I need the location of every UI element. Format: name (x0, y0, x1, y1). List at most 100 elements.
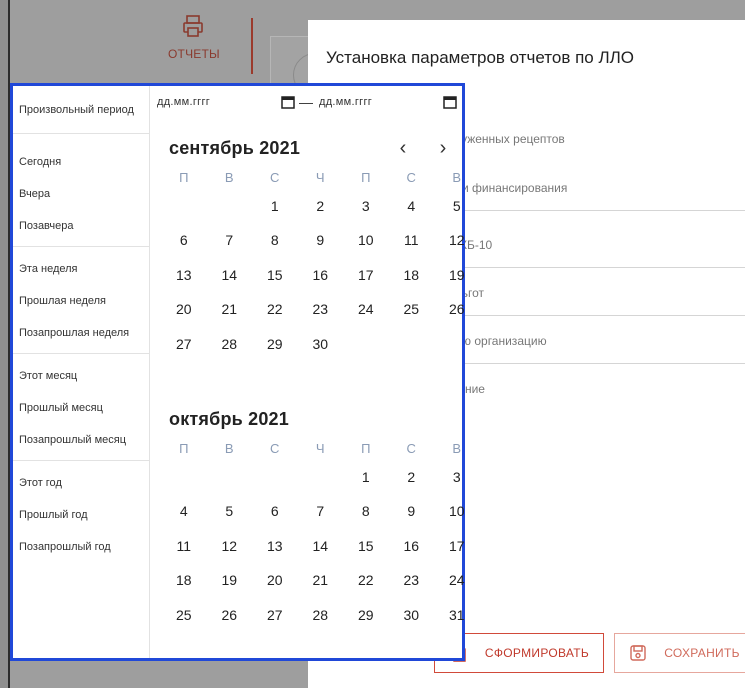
calendar-day[interactable]: 25 (389, 299, 435, 333)
preset-group-weeks: Эта неделя Прошлая неделя Позапрошлая не… (13, 247, 149, 354)
calendar-day[interactable]: 24 (343, 299, 389, 333)
weekday: В (224, 170, 234, 185)
calendar-day[interactable]: 11 (161, 536, 207, 570)
calendar-day[interactable]: 6 (252, 501, 298, 535)
preset-this-month[interactable]: Этот месяц (13, 360, 149, 392)
calendar-day[interactable]: 23 (389, 570, 435, 604)
calendar-day[interactable]: 17 (343, 265, 389, 299)
calendar-day[interactable]: 12 (207, 536, 253, 570)
calendar-day[interactable]: 9 (389, 501, 435, 535)
calendar-empty-cell (252, 467, 298, 501)
calendar-day[interactable]: 28 (298, 605, 344, 639)
calendar-day[interactable]: 3 (343, 196, 389, 230)
calendar-day[interactable]: 24 (434, 570, 480, 604)
weekday-header: П В С Ч П С В (161, 170, 461, 185)
calendar-day[interactable]: 22 (252, 299, 298, 333)
preset-custom-period[interactable]: Произвольный период (13, 86, 149, 134)
calendar-day[interactable]: 5 (434, 196, 480, 230)
calendar-day[interactable]: 8 (343, 501, 389, 535)
calendar-day[interactable]: 13 (161, 265, 207, 299)
calendar-day[interactable]: 19 (207, 570, 253, 604)
preset-last-year[interactable]: Прошлый год (13, 499, 149, 531)
calendar-day[interactable]: 15 (252, 265, 298, 299)
calendar-day[interactable]: 14 (207, 265, 253, 299)
calendar-icon[interactable] (281, 95, 295, 109)
preset-day-before-yesterday[interactable]: Позавчера (13, 210, 149, 242)
calendar-day[interactable]: 15 (343, 536, 389, 570)
calendar-day[interactable]: 8 (252, 230, 298, 264)
preset-list: Произвольный период Сегодня Вчера Позавч… (13, 86, 150, 658)
calendar-day[interactable]: 28 (207, 334, 253, 368)
calendar-day[interactable]: 21 (298, 570, 344, 604)
calendar-day[interactable]: 20 (252, 570, 298, 604)
start-date-placeholder: дд.мм.гггг (157, 96, 211, 108)
calendar-day[interactable]: 4 (161, 501, 207, 535)
calendar-day[interactable]: 6 (161, 230, 207, 264)
calendar-day[interactable]: 4 (389, 196, 435, 230)
nav-reports-label: ОТЧЕТЫ (168, 47, 220, 61)
calendar-day[interactable]: 1 (343, 467, 389, 501)
calendar-day[interactable]: 26 (207, 605, 253, 639)
calendar-day[interactable]: 30 (389, 605, 435, 639)
calendar-day[interactable]: 2 (389, 467, 435, 501)
weekday: С (406, 170, 416, 185)
calendar-day[interactable]: 3 (434, 467, 480, 501)
calendar-day[interactable]: 29 (252, 334, 298, 368)
preset-yesterday[interactable]: Вчера (13, 178, 149, 210)
calendar-day[interactable]: 7 (207, 230, 253, 264)
calendar-day[interactable]: 30 (298, 334, 344, 368)
preset-month-before-last[interactable]: Позапрошлый месяц (13, 424, 149, 456)
calendar-day[interactable]: 25 (161, 605, 207, 639)
calendar-day[interactable]: 7 (298, 501, 344, 535)
calendar-day[interactable]: 23 (298, 299, 344, 333)
calendar-day[interactable]: 2 (298, 196, 344, 230)
calendar-day[interactable]: 9 (298, 230, 344, 264)
calendar-day[interactable]: 13 (252, 536, 298, 570)
calendar-empty-cell (389, 334, 435, 368)
preset-this-year[interactable]: Этот год (13, 467, 149, 499)
preset-this-week[interactable]: Эта неделя (13, 253, 149, 285)
calendar-day[interactable]: 27 (161, 334, 207, 368)
calendar-day[interactable]: 20 (161, 299, 207, 333)
chevron-left-icon[interactable]: ‹ (395, 138, 411, 158)
calendar-day[interactable]: 19 (434, 265, 480, 299)
calendar-day[interactable]: 18 (161, 570, 207, 604)
preset-week-before-last[interactable]: Позапрошлая неделя (13, 317, 149, 349)
weekday: В (224, 441, 234, 456)
calendar-day[interactable]: 16 (298, 265, 344, 299)
weekday: П (361, 170, 371, 185)
calendar-day[interactable]: 31 (434, 605, 480, 639)
calendar-day[interactable]: 5 (207, 501, 253, 535)
calendar-empty-cell (161, 196, 207, 230)
preset-year-before-last[interactable]: Позапрошлый год (13, 531, 149, 563)
calendar-day[interactable]: 26 (434, 299, 480, 333)
calendar-day[interactable]: 17 (434, 536, 480, 570)
end-date-input[interactable]: дд.мм.гггг (315, 90, 463, 114)
start-date-input[interactable]: дд.мм.гггг (153, 90, 301, 114)
calendar-day[interactable]: 14 (298, 536, 344, 570)
preset-today[interactable]: Сегодня (13, 146, 149, 178)
nav-reports[interactable]: ОТЧЕТЫ (168, 14, 220, 61)
calendar-day[interactable]: 22 (343, 570, 389, 604)
field-funding[interactable]: и финансирования (460, 163, 745, 211)
save-button[interactable]: СОХРАНИТЬ (614, 633, 745, 673)
preset-group-years: Этот год Прошлый год Позапрошлый год (13, 461, 149, 567)
preset-last-month[interactable]: Прошлый месяц (13, 392, 149, 424)
calendar-day[interactable]: 10 (343, 230, 389, 264)
calendar-day[interactable]: 1 (252, 196, 298, 230)
calendar-day[interactable]: 10 (434, 501, 480, 535)
calendar-empty-cell (207, 467, 253, 501)
calendar-day[interactable]: 21 (207, 299, 253, 333)
calendar-day[interactable]: 27 (252, 605, 298, 639)
end-date-placeholder: дд.мм.гггг (319, 96, 373, 108)
calendar-day[interactable]: 12 (434, 230, 480, 264)
calendar-day[interactable]: 16 (389, 536, 435, 570)
calendar-day[interactable]: 29 (343, 605, 389, 639)
preset-last-week[interactable]: Прошлая неделя (13, 285, 149, 317)
calendar-icon[interactable] (443, 95, 457, 109)
chevron-right-icon[interactable]: › (435, 138, 451, 158)
calendar-day[interactable]: 18 (389, 265, 435, 299)
calendar-day[interactable]: 11 (389, 230, 435, 264)
preset-group-months: Этот месяц Прошлый месяц Позапрошлый мес… (13, 354, 149, 461)
weekday: Ч (315, 170, 325, 185)
